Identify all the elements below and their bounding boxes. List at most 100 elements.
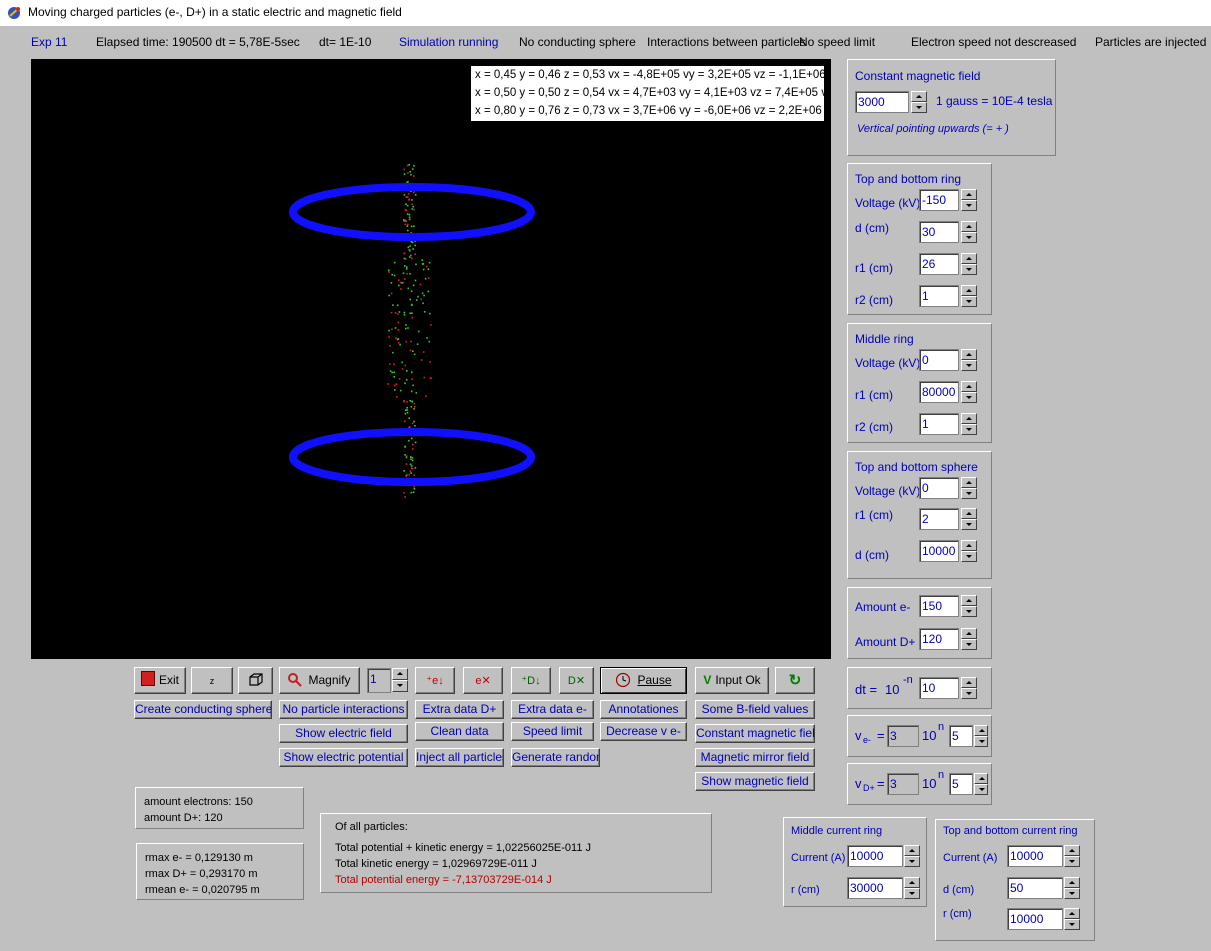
middle-current-r-spinner[interactable] <box>904 877 920 899</box>
generate-random-button[interactable]: Generate random <box>511 748 600 767</box>
middle-r1-spinner[interactable] <box>961 381 977 403</box>
constant-magnetic-field-button[interactable]: Constant magnetic field <box>695 724 815 743</box>
magnify-level-input[interactable]: 1 <box>367 668 391 693</box>
decrease-v-button[interactable]: Decrease v e- <box>600 722 687 741</box>
middle-voltage-spinner[interactable] <box>961 349 977 371</box>
ring-r2-input[interactable]: 1 <box>919 285 959 307</box>
ve-exponent-spinner[interactable] <box>974 725 988 747</box>
tb-current-d-input[interactable]: 50 <box>1007 877 1063 899</box>
ve-exponent-input[interactable]: 5 <box>949 725 973 747</box>
amount-e-label: Amount e- <box>855 600 911 614</box>
electron-dot <box>413 488 416 490</box>
show-magnetic-field-button[interactable]: Show magnetic field <box>695 772 815 791</box>
pause-button[interactable]: Pause <box>600 667 687 694</box>
amount-e-input[interactable]: 150 <box>919 595 959 617</box>
tb-current-input[interactable]: 10000 <box>1007 845 1063 867</box>
deuteron-dot <box>406 272 408 275</box>
sphere-d-input[interactable]: 10000 <box>919 540 959 562</box>
ring-d-input[interactable]: 30 <box>919 221 959 243</box>
ring-d-spinner[interactable] <box>961 221 977 243</box>
clean-data-button[interactable]: Clean data <box>415 722 504 741</box>
extra-data-d-button[interactable]: Extra data D+ <box>415 700 504 719</box>
sphere-voltage-input[interactable]: 0 <box>919 477 959 499</box>
magnetic-field-input[interactable]: 3000 <box>855 91 909 113</box>
ring-voltage-input[interactable]: -150 <box>919 189 959 211</box>
deuteron-dot <box>406 401 408 403</box>
tb-current-r-input[interactable]: 10000 <box>1007 908 1063 930</box>
sphere-voltage-spinner[interactable] <box>961 477 977 499</box>
electron-dot <box>405 456 408 459</box>
electron-dot <box>409 312 411 315</box>
vd-exponent-input[interactable]: 5 <box>949 773 973 795</box>
simulation-canvas[interactable] <box>31 59 831 659</box>
some-b-field-button[interactable]: Some B-field values <box>695 700 815 719</box>
electron-dot <box>406 411 409 414</box>
electron-dot <box>410 458 412 460</box>
dt-input[interactable]: 10 <box>919 677 959 699</box>
middle-r2-input[interactable]: 1 <box>919 413 959 435</box>
vd-mantissa-input[interactable]: 3 <box>887 773 919 795</box>
vd-exponent-spinner[interactable] <box>974 773 988 795</box>
middle-current-spinner[interactable] <box>904 845 920 867</box>
axes-button[interactable]: zy <box>191 667 233 694</box>
show-electric-potential-button[interactable]: Show electric potential <box>279 748 408 767</box>
magnify-level-spinner[interactable] <box>392 668 408 693</box>
electron-dot <box>400 389 402 392</box>
add-electron-button[interactable]: ⁺e↓ <box>415 667 455 694</box>
middle-current-r-input[interactable]: 30000 <box>847 877 903 899</box>
electron-dot <box>404 412 407 415</box>
electron-dot <box>393 371 395 374</box>
add-deuteron-button[interactable]: ⁺D↓ <box>511 667 551 694</box>
cube-view-button[interactable] <box>238 667 273 694</box>
magnetic-mirror-button[interactable]: Magnetic mirror field <box>695 748 815 767</box>
exit-button[interactable]: Exit <box>134 667 186 694</box>
amount-e-spinner[interactable] <box>961 595 977 617</box>
show-electric-field-button[interactable]: Show electric field <box>279 724 408 743</box>
amount-d-spinner[interactable] <box>961 628 977 650</box>
speed-limit-button[interactable]: Speed limit <box>511 722 594 741</box>
magnify-button[interactable]: Magnify <box>279 667 360 694</box>
sphere-r1-spinner[interactable] <box>961 508 977 530</box>
extra-data-e-button[interactable]: Extra data e- <box>511 700 594 719</box>
tb-current-spinner[interactable] <box>1064 845 1080 867</box>
annotationes-button[interactable]: Annotationes <box>600 700 687 719</box>
electron-dot <box>408 164 410 166</box>
deuteron-dot <box>408 198 410 201</box>
sphere-d-spinner[interactable] <box>961 540 977 562</box>
deuteron-dot <box>413 474 415 477</box>
middle-current-input[interactable]: 10000 <box>847 845 903 867</box>
electron-dot <box>409 171 411 173</box>
electron-dot <box>406 213 409 215</box>
deuteron-dot <box>414 406 416 408</box>
electron-dot <box>415 263 417 266</box>
ring-voltage-spinner[interactable] <box>961 189 977 211</box>
create-sphere-button[interactable]: Create conducting sphere <box>134 700 272 719</box>
middle-r1-input[interactable]: 80000 <box>919 381 959 403</box>
tb-current-r-spinner[interactable] <box>1064 908 1080 930</box>
remove-electron-button[interactable]: e✕ <box>463 667 503 694</box>
top-bottom-current-ring-panel: Top and bottom current ring Current (A) … <box>935 819 1095 941</box>
ring-r2-spinner[interactable] <box>961 285 977 307</box>
dt-spinner[interactable] <box>961 677 977 699</box>
deuteron-dot <box>406 196 409 198</box>
electron-dot <box>410 491 413 494</box>
electron-dot <box>405 268 408 270</box>
inject-particles-button[interactable]: Inject all particles <box>415 748 504 767</box>
middle-r2-spinner[interactable] <box>961 413 977 435</box>
energy-panel: Of all particles: Total potential + kine… <box>320 813 712 893</box>
amount-electrons-text: amount electrons: 150 <box>144 796 253 808</box>
deuteron-dot <box>412 448 414 450</box>
ring-r1-input[interactable]: 26 <box>919 253 959 275</box>
tb-current-d-spinner[interactable] <box>1064 877 1080 899</box>
magnetic-field-spinner[interactable] <box>911 91 927 113</box>
no-interactions-button[interactable]: No particle interactions <box>279 700 408 719</box>
input-ok-button[interactable]: V Input Ok <box>695 667 769 694</box>
ring-r1-spinner[interactable] <box>961 253 977 275</box>
middle-voltage-input[interactable]: 0 <box>919 349 959 371</box>
ve-mantissa-input[interactable]: 3 <box>887 725 919 747</box>
deuteron-dot <box>413 485 416 488</box>
reset-button[interactable]: ↻ <box>775 667 815 694</box>
sphere-r1-input[interactable]: 2 <box>919 508 959 530</box>
amount-d-input[interactable]: 120 <box>919 628 959 650</box>
remove-deuteron-button[interactable]: D✕ <box>559 667 594 694</box>
